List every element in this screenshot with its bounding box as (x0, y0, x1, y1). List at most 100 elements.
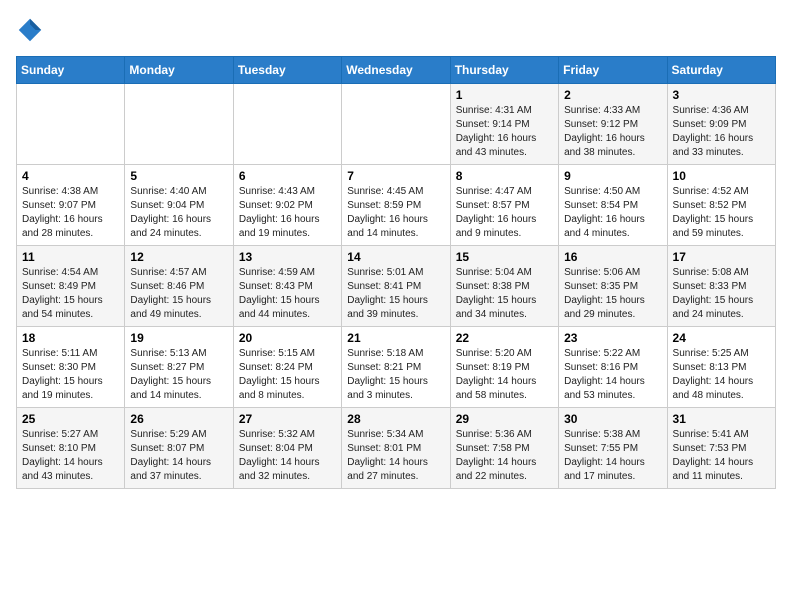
day-info: Sunrise: 5:27 AM Sunset: 8:10 PM Dayligh… (22, 428, 119, 484)
weekday-header-saturday: Saturday (667, 57, 775, 84)
day-info: Sunrise: 5:01 AM Sunset: 8:41 PM Dayligh… (347, 266, 444, 322)
calendar-cell: 19Sunrise: 5:13 AM Sunset: 8:27 PM Dayli… (125, 327, 233, 408)
day-number: 4 (22, 169, 119, 183)
day-info: Sunrise: 5:29 AM Sunset: 8:07 PM Dayligh… (130, 428, 227, 484)
calendar-cell: 13 Sunrise: 4:59 AM Sunset: 8:43 PM Dayli… (233, 246, 341, 327)
calendar-cell: 28Sunrise: 5:34 AM Sunset: 8:01 PM Dayli… (342, 408, 450, 489)
calendar-cell: 12Sunrise: 4:57 AM Sunset: 8:46 PM Dayli… (125, 246, 233, 327)
day-info: Sunrise: 5:11 AM Sunset: 8:30 PM Dayligh… (22, 347, 119, 403)
weekday-header-thursday: Thursday (450, 57, 558, 84)
day-number: 9 (564, 169, 661, 183)
calendar-cell: 10 Sunrise: 4:52 AM Sunset: 8:52 PM Dayli… (667, 165, 775, 246)
day-number: 26 (130, 412, 227, 426)
calendar-cell: 6 Sunrise: 4:43 AM Sunset: 9:02 PM Daylig… (233, 165, 341, 246)
calendar-cell: 26 Sunrise: 5:29 AM Sunset: 8:07 PM Dayli… (125, 408, 233, 489)
weekday-header-friday: Friday (559, 57, 667, 84)
day-number: 20 (239, 331, 336, 345)
day-number: 10 (673, 169, 770, 183)
day-info: Sunrise: 4:40 AM Sunset: 9:04 PM Dayligh… (130, 185, 227, 241)
day-number: 1 (456, 88, 553, 102)
calendar-header: SundayMondayTuesdayWednesdayThursdayFrid… (17, 57, 776, 84)
calendar-cell (17, 84, 125, 165)
day-info: Sunrise: 4:50 AM Sunset: 8:54 PM Dayligh… (564, 185, 661, 241)
day-info: Sunrise: 5:25 AM Sunset: 8:13 PM Dayligh… (673, 347, 770, 403)
calendar-cell: 11Sunrise: 4:54 AM Sunset: 8:49 PM Dayli… (17, 246, 125, 327)
day-info: Sunrise: 4:45 AM Sunset: 8:59 PM Dayligh… (347, 185, 444, 241)
weekday-header-sunday: Sunday (17, 57, 125, 84)
weekday-header-monday: Monday (125, 57, 233, 84)
day-info: Sunrise: 5:04 AM Sunset: 8:38 PM Dayligh… (456, 266, 553, 322)
calendar-cell: 5Sunrise: 4:40 AM Sunset: 9:04 PM Daylig… (125, 165, 233, 246)
day-number: 17 (673, 250, 770, 264)
day-number: 25 (22, 412, 119, 426)
calendar-cell: 2Sunrise: 4:33 AM Sunset: 9:12 PM Daylig… (559, 84, 667, 165)
day-info: Sunrise: 5:18 AM Sunset: 8:21 PM Dayligh… (347, 347, 444, 403)
day-info: Sunrise: 5:15 AM Sunset: 8:24 PM Dayligh… (239, 347, 336, 403)
week-row-5: 25 Sunrise: 5:27 AM Sunset: 8:10 PM Dayli… (17, 408, 776, 489)
page-header (16, 16, 776, 44)
calendar-cell: 17 Sunrise: 5:08 AM Sunset: 8:33 PM Dayli… (667, 246, 775, 327)
calendar-cell: 27 Sunrise: 5:32 AM Sunset: 8:04 PM Dayli… (233, 408, 341, 489)
day-info: Sunrise: 4:59 AM Sunset: 8:43 PM Dayligh… (239, 266, 336, 322)
day-info: Sunrise: 4:52 AM Sunset: 8:52 PM Dayligh… (673, 185, 770, 241)
day-info: Sunrise: 5:38 AM Sunset: 7:55 PM Dayligh… (564, 428, 661, 484)
logo (16, 16, 48, 44)
day-number: 29 (456, 412, 553, 426)
day-info: Sunrise: 5:41 AM Sunset: 7:53 PM Dayligh… (673, 428, 770, 484)
day-number: 18 (22, 331, 119, 345)
calendar-cell: 16 Sunrise: 5:06 AM Sunset: 8:35 PM Dayli… (559, 246, 667, 327)
calendar-cell: 30 Sunrise: 5:38 AM Sunset: 7:55 PM Dayli… (559, 408, 667, 489)
day-info: Sunrise: 5:06 AM Sunset: 8:35 PM Dayligh… (564, 266, 661, 322)
calendar-cell: 23 Sunrise: 5:22 AM Sunset: 8:16 PM Dayli… (559, 327, 667, 408)
week-row-1: 1 Sunrise: 4:31 AM Sunset: 9:14 PM Daylig… (17, 84, 776, 165)
day-info: Sunrise: 4:47 AM Sunset: 8:57 PM Dayligh… (456, 185, 553, 241)
day-info: Sunrise: 5:20 AM Sunset: 8:19 PM Dayligh… (456, 347, 553, 403)
day-number: 13 (239, 250, 336, 264)
day-number: 28 (347, 412, 444, 426)
calendar-cell: 1 Sunrise: 4:31 AM Sunset: 9:14 PM Daylig… (450, 84, 558, 165)
day-number: 8 (456, 169, 553, 183)
calendar-cell (233, 84, 341, 165)
calendar-cell: 20 Sunrise: 5:15 AM Sunset: 8:24 PM Dayli… (233, 327, 341, 408)
day-number: 27 (239, 412, 336, 426)
calendar-cell: 31Sunrise: 5:41 AM Sunset: 7:53 PM Dayli… (667, 408, 775, 489)
day-number: 30 (564, 412, 661, 426)
day-number: 19 (130, 331, 227, 345)
calendar-cell: 18 Sunrise: 5:11 AM Sunset: 8:30 PM Dayli… (17, 327, 125, 408)
day-number: 16 (564, 250, 661, 264)
day-number: 24 (673, 331, 770, 345)
day-info: Sunrise: 4:31 AM Sunset: 9:14 PM Dayligh… (456, 104, 553, 160)
calendar-cell (125, 84, 233, 165)
logo-icon (16, 16, 44, 44)
day-number: 6 (239, 169, 336, 183)
day-info: Sunrise: 4:43 AM Sunset: 9:02 PM Dayligh… (239, 185, 336, 241)
calendar-cell: 25 Sunrise: 5:27 AM Sunset: 8:10 PM Dayli… (17, 408, 125, 489)
weekday-header-tuesday: Tuesday (233, 57, 341, 84)
day-info: Sunrise: 5:08 AM Sunset: 8:33 PM Dayligh… (673, 266, 770, 322)
day-info: Sunrise: 5:36 AM Sunset: 7:58 PM Dayligh… (456, 428, 553, 484)
calendar-table: SundayMondayTuesdayWednesdayThursdayFrid… (16, 56, 776, 489)
calendar-cell: 4 Sunrise: 4:38 AM Sunset: 9:07 PM Daylig… (17, 165, 125, 246)
day-info: Sunrise: 5:32 AM Sunset: 8:04 PM Dayligh… (239, 428, 336, 484)
day-info: Sunrise: 5:22 AM Sunset: 8:16 PM Dayligh… (564, 347, 661, 403)
calendar-cell: 7 Sunrise: 4:45 AM Sunset: 8:59 PM Daylig… (342, 165, 450, 246)
day-number: 3 (673, 88, 770, 102)
day-info: Sunrise: 4:38 AM Sunset: 9:07 PM Dayligh… (22, 185, 119, 241)
weekday-header-wednesday: Wednesday (342, 57, 450, 84)
day-info: Sunrise: 4:57 AM Sunset: 8:46 PM Dayligh… (130, 266, 227, 322)
day-number: 11 (22, 250, 119, 264)
week-row-4: 18 Sunrise: 5:11 AM Sunset: 8:30 PM Dayli… (17, 327, 776, 408)
calendar-cell: 9 Sunrise: 4:50 AM Sunset: 8:54 PM Daylig… (559, 165, 667, 246)
calendar-cell: 29 Sunrise: 5:36 AM Sunset: 7:58 PM Dayli… (450, 408, 558, 489)
day-number: 2 (564, 88, 661, 102)
calendar-cell: 24 Sunrise: 5:25 AM Sunset: 8:13 PM Dayli… (667, 327, 775, 408)
day-number: 15 (456, 250, 553, 264)
day-number: 7 (347, 169, 444, 183)
day-number: 21 (347, 331, 444, 345)
day-info: Sunrise: 4:36 AM Sunset: 9:09 PM Dayligh… (673, 104, 770, 160)
calendar-cell: 14Sunrise: 5:01 AM Sunset: 8:41 PM Dayli… (342, 246, 450, 327)
day-number: 23 (564, 331, 661, 345)
calendar-cell: 8 Sunrise: 4:47 AM Sunset: 8:57 PM Daylig… (450, 165, 558, 246)
calendar-body: 1 Sunrise: 4:31 AM Sunset: 9:14 PM Daylig… (17, 84, 776, 489)
day-number: 22 (456, 331, 553, 345)
